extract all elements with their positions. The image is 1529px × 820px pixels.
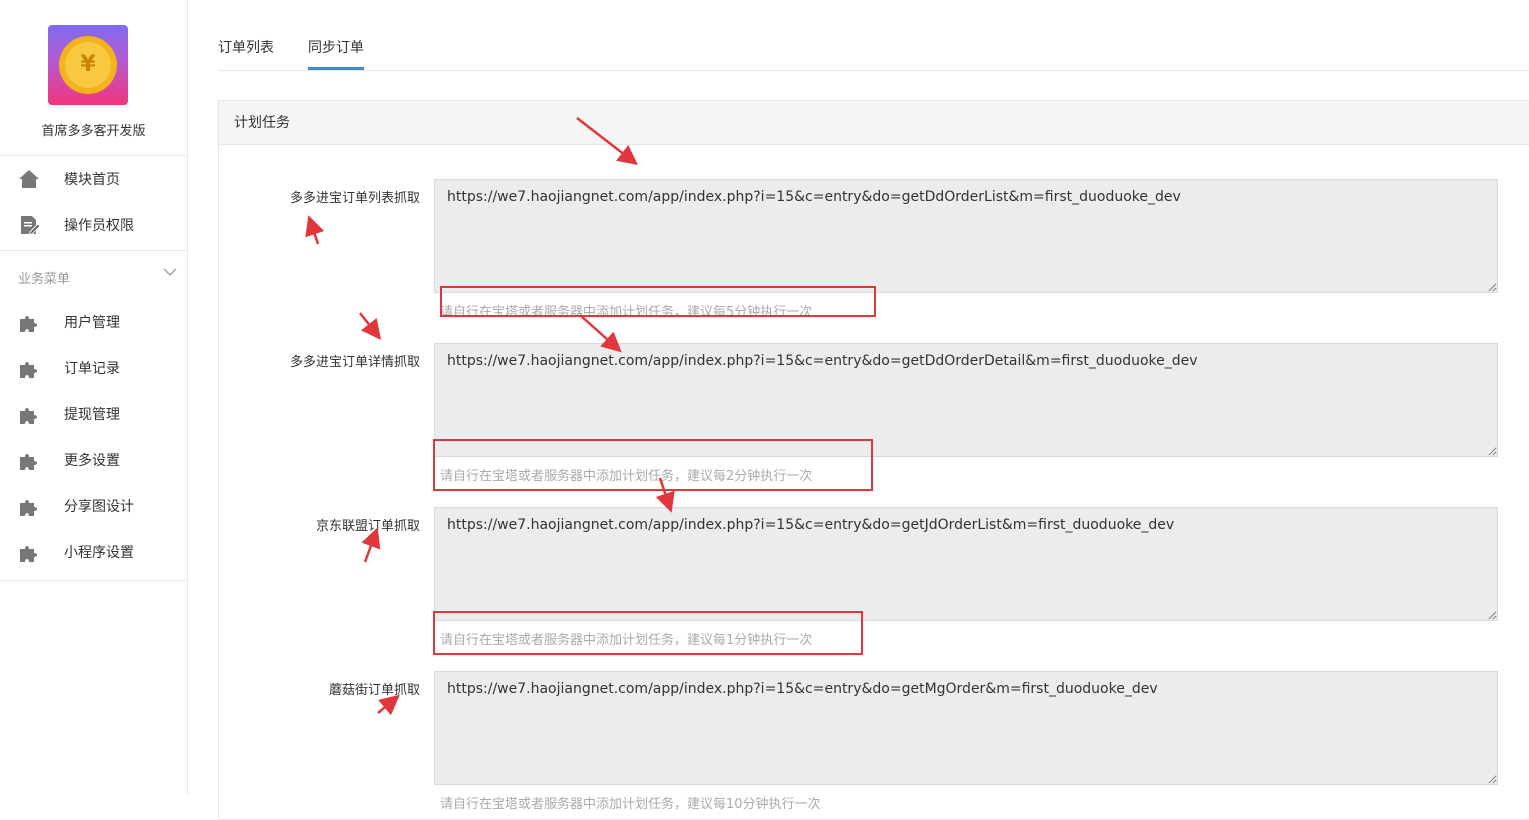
sidebar: ¥ 首席多多客开发版 模块首页 操作员权限 业务菜单 用户管理 订单记录 提现管… xyxy=(0,0,188,794)
puzzle-icon xyxy=(20,500,37,516)
puzzle-icon xyxy=(20,316,37,332)
sidebar-item-withdrawal-management[interactable]: 提现管理 xyxy=(0,391,187,437)
puzzle-icon xyxy=(20,362,37,378)
brand-area: ¥ 首席多多客开发版 xyxy=(0,0,187,156)
sidebar-item-label: 更多设置 xyxy=(64,453,120,469)
sidebar-item-more-settings[interactable]: 更多设置 xyxy=(0,437,187,483)
yen-symbol: ¥ xyxy=(65,42,111,88)
sidebar-item-label: 小程序设置 xyxy=(64,545,134,561)
app-logo[interactable]: ¥ xyxy=(48,25,128,105)
field-label: 多多进宝订单列表抓取 xyxy=(289,191,420,206)
field-label: 京东联盟订单抓取 xyxy=(315,519,420,534)
business-menu-header[interactable]: 业务菜单 xyxy=(0,251,187,299)
business-menu: 业务菜单 用户管理 订单记录 提现管理 更多设置 分享图设计 小程序设置 xyxy=(0,251,187,581)
home-icon xyxy=(19,170,39,188)
field-label: 多多进宝订单详情抓取 xyxy=(289,355,420,370)
highlight-box xyxy=(433,439,873,491)
cron-url-field[interactable]: https://we7.haojiangnet.com/app/index.ph… xyxy=(434,507,1498,621)
tab-sync-orders[interactable]: 同步订单 xyxy=(308,37,364,71)
sidebar-item-label: 模块首页 xyxy=(64,172,120,188)
cron-url-field[interactable]: https://we7.haojiangnet.com/app/index.ph… xyxy=(434,671,1498,785)
highlight-box xyxy=(440,286,876,317)
sidebar-item-operator-permissions[interactable]: 操作员权限 xyxy=(0,202,187,248)
top-menu: 模块首页 操作员权限 xyxy=(0,156,187,251)
cron-url-field[interactable]: https://we7.haojiangnet.com/app/index.ph… xyxy=(434,179,1498,293)
highlight-box xyxy=(433,611,863,655)
sidebar-item-home[interactable]: 模块首页 xyxy=(0,156,187,202)
panel-title: 计划任务 xyxy=(219,101,1529,145)
sidebar-item-user-management[interactable]: 用户管理 xyxy=(0,299,187,345)
resize-grip-icon[interactable] xyxy=(1488,775,1497,784)
help-text: 请自行在宝塔或者服务器中添加计划任务，建议每10分钟执行一次 xyxy=(440,797,821,812)
brand-name: 首席多多客开发版 xyxy=(41,124,146,139)
tab-bar: 订单列表 同步订单 xyxy=(218,0,1529,71)
puzzle-icon xyxy=(20,546,37,562)
tab-order-list[interactable]: 订单列表 xyxy=(218,37,274,71)
puzzle-icon xyxy=(20,408,37,424)
coin-icon: ¥ xyxy=(59,36,117,94)
sidebar-item-label: 分享图设计 xyxy=(64,499,134,515)
puzzle-icon xyxy=(20,454,37,470)
sidebar-item-label: 操作员权限 xyxy=(64,218,134,234)
scheduled-tasks-panel: 计划任务 多多进宝订单列表抓取 https://we7.haojiangnet.… xyxy=(218,100,1529,820)
resize-grip-icon[interactable] xyxy=(1488,283,1497,292)
document-edit-icon xyxy=(21,216,40,235)
resize-grip-icon[interactable] xyxy=(1488,447,1497,456)
sidebar-item-label: 用户管理 xyxy=(64,315,120,331)
sidebar-item-label: 提现管理 xyxy=(64,407,120,423)
field-label: 蘑菇街订单抓取 xyxy=(328,683,420,698)
sidebar-item-label: 订单记录 xyxy=(64,361,120,377)
sidebar-item-share-image-design[interactable]: 分享图设计 xyxy=(0,483,187,529)
resize-grip-icon[interactable] xyxy=(1488,611,1497,620)
chevron-down-icon[interactable] xyxy=(163,265,177,279)
sidebar-item-order-records[interactable]: 订单记录 xyxy=(0,345,187,391)
sidebar-item-miniprogram-settings[interactable]: 小程序设置 xyxy=(0,529,187,575)
group-title: 业务菜单 xyxy=(18,272,71,287)
